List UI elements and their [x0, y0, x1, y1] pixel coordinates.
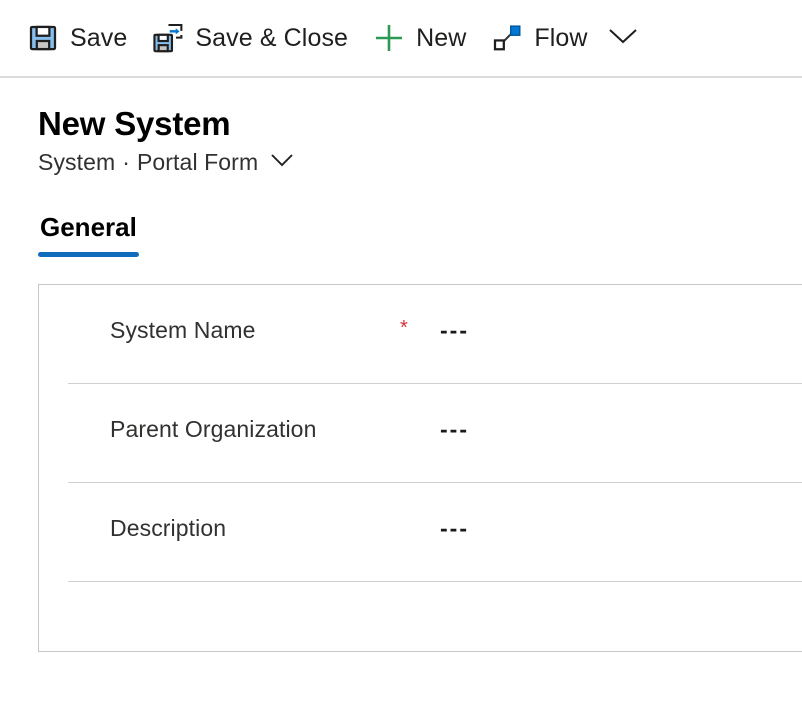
tab-general-indicator: [38, 251, 139, 257]
save-and-close-button-label: Save & Close: [195, 23, 349, 52]
tab-general-label: General: [40, 211, 137, 242]
form-name: Portal Form: [136, 148, 259, 175]
form-selector-button[interactable]: [266, 149, 298, 175]
flow-icon: [490, 21, 524, 55]
chevron-down-icon: [269, 151, 295, 174]
field-value-description[interactable]: ---: [440, 515, 469, 542]
field-row-description[interactable]: Description ---: [39, 483, 802, 581]
page-header: New System System · Portal Form: [0, 78, 802, 176]
record-subtitle: System · Portal Form: [38, 149, 802, 176]
command-bar-overflow-button[interactable]: [600, 9, 646, 67]
field-label-description: Description: [110, 514, 227, 541]
save-button-label: Save: [70, 23, 128, 52]
field-label-parent-organization: Parent Organization: [110, 415, 317, 442]
subtitle-separator: ·: [122, 148, 130, 175]
save-and-close-icon: [151, 21, 185, 55]
flow-button-label: Flow: [534, 23, 588, 52]
new-button[interactable]: New: [360, 9, 478, 67]
new-button-label: New: [416, 23, 467, 52]
save-floppy-icon: [26, 21, 60, 55]
field-value-parent-organization[interactable]: ---: [440, 416, 469, 443]
plus-icon: [372, 21, 406, 55]
chevron-down-icon: [606, 25, 640, 52]
field-label-system-name: System Name: [110, 316, 256, 343]
tab-general[interactable]: General: [38, 212, 139, 257]
field-value-system-name[interactable]: ---: [440, 317, 469, 344]
general-section-card: System Name * --- Parent Organization --…: [38, 283, 802, 652]
field-separator: [68, 580, 802, 582]
field-row-parent-organization[interactable]: Parent Organization ---: [39, 384, 802, 482]
save-and-close-button[interactable]: Save & Close: [139, 9, 360, 67]
required-asterisk-system-name: *: [400, 316, 408, 339]
page-title: New System: [38, 105, 231, 142]
flow-button[interactable]: Flow: [478, 9, 599, 67]
command-bar: Save Save & Close New Flow: [0, 0, 802, 78]
save-button[interactable]: Save: [14, 9, 139, 67]
form-tab-strip: General: [0, 212, 802, 257]
entity-name: System: [38, 148, 116, 175]
field-row-system-name[interactable]: System Name * ---: [39, 285, 802, 383]
